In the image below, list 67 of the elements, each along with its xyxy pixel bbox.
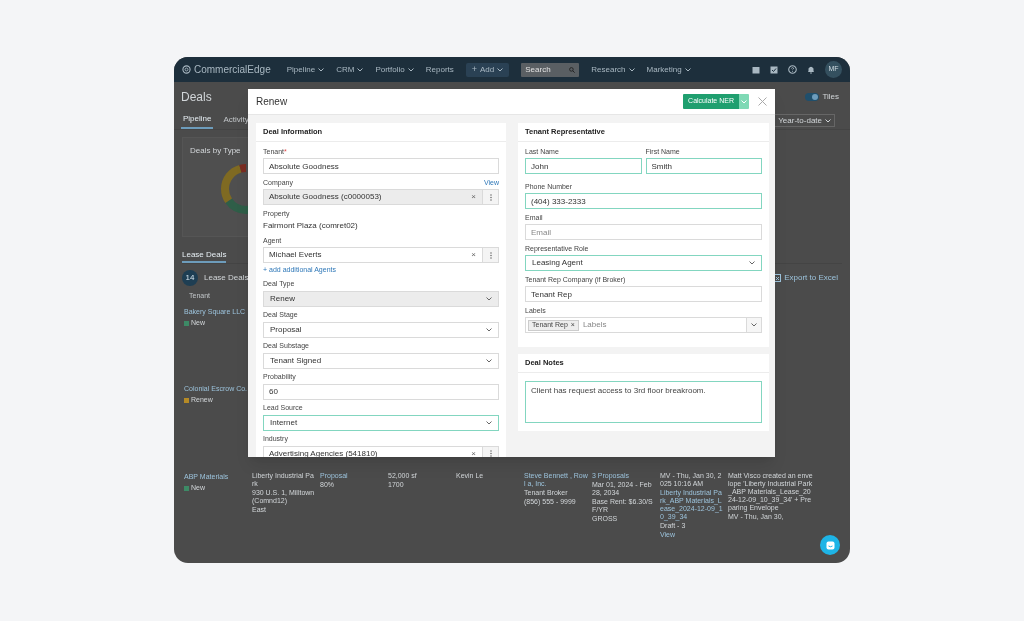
combo-field[interactable]: Michael Everts × — [263, 247, 483, 263]
add-button[interactable]: + Add — [465, 62, 510, 77]
select-field[interactable]: Proposal — [263, 321, 499, 338]
chevron-down-icon — [357, 67, 364, 72]
combo-field[interactable]: Advertising Agencies (541810) × — [263, 445, 483, 457]
select-field[interactable]: Tenant Signed — [263, 352, 499, 369]
chat-button[interactable] — [820, 535, 840, 555]
chevron-down-icon — [825, 118, 831, 123]
text-field[interactable]: Email — [525, 224, 762, 240]
card-title: Deals by Type — [190, 145, 241, 157]
kebab-icon — [489, 251, 492, 259]
clear-button[interactable]: × — [471, 447, 476, 457]
modal-title: Renew — [256, 95, 288, 109]
count-label: Lease Deals — [204, 272, 249, 284]
chevron-down-icon — [486, 296, 492, 301]
search-icon — [569, 66, 576, 73]
kebab-icon — [489, 450, 492, 457]
count-badge: 14 — [182, 270, 198, 286]
nav-menu-item[interactable]: Portfolio — [375, 63, 414, 76]
text-field[interactable]: (404) 333-2333 — [525, 193, 762, 209]
help-icon[interactable] — [788, 65, 797, 74]
more-options-button[interactable] — [483, 445, 499, 457]
nav-menu-item[interactable]: Reports — [425, 63, 454, 76]
chevron-down-icon — [749, 261, 755, 265]
text-field[interactable]: John — [525, 158, 642, 174]
nav-menu-item[interactable]: Pipeline — [286, 63, 325, 76]
chat-icon — [825, 540, 835, 550]
checkbox-icon[interactable] — [770, 65, 778, 74]
labels-input[interactable]: Labels — [582, 319, 746, 331]
toggle-label: Tiles — [822, 91, 839, 103]
kebab-icon — [489, 193, 492, 201]
chevron-down-icon — [497, 67, 504, 72]
app-logo[interactable]: CommercialEdge — [194, 62, 271, 77]
more-options-button[interactable] — [483, 189, 499, 205]
close-icon — [757, 97, 767, 106]
bell-icon[interactable] — [807, 65, 815, 74]
dropdown-toggle-button[interactable] — [739, 94, 749, 109]
page-title: Deals — [181, 89, 212, 106]
caret-icon — [741, 99, 747, 104]
caret-icon — [751, 323, 757, 327]
search-field[interactable]: Search — [521, 62, 580, 77]
chevron-down-icon — [486, 420, 492, 425]
nav-menu-item[interactable]: CRM — [336, 63, 364, 76]
toggle-switch[interactable] — [805, 93, 820, 101]
text-field[interactable]: 60 — [263, 383, 499, 400]
chevron-down-icon — [318, 67, 325, 72]
more-options-button[interactable] — [483, 247, 499, 263]
select-field[interactable]: Internet — [263, 414, 499, 431]
select-field[interactable]: Leasing Agent — [525, 255, 762, 271]
chevron-down-icon — [684, 67, 691, 72]
nav-menu-item[interactable]: Marketing — [646, 63, 691, 76]
page-tab[interactable]: Activity — [221, 111, 251, 129]
text-field[interactable]: Tenant Rep — [525, 286, 762, 302]
close-button[interactable] — [757, 96, 767, 107]
chevron-down-icon — [486, 327, 492, 332]
page-tab[interactable]: Pipeline — [181, 111, 214, 129]
deal-tab[interactable]: Lease Deals — [182, 249, 227, 263]
text-field[interactable]: Smith — [645, 158, 762, 174]
chevron-down-icon — [628, 67, 635, 72]
nav-menu-item[interactable]: Research — [591, 63, 635, 76]
chevron-down-icon — [486, 358, 492, 363]
clear-button[interactable]: × — [471, 249, 476, 261]
dropdown-button[interactable] — [746, 318, 761, 332]
text-field[interactable]: Absolute Goodness — [263, 158, 499, 174]
notes-text-area[interactable]: Client has request access to 3rd floor breakroom. — [525, 381, 762, 423]
chevron-down-icon — [407, 67, 414, 72]
field-value: Fairmont Plaza (comret02) — [263, 220, 358, 232]
